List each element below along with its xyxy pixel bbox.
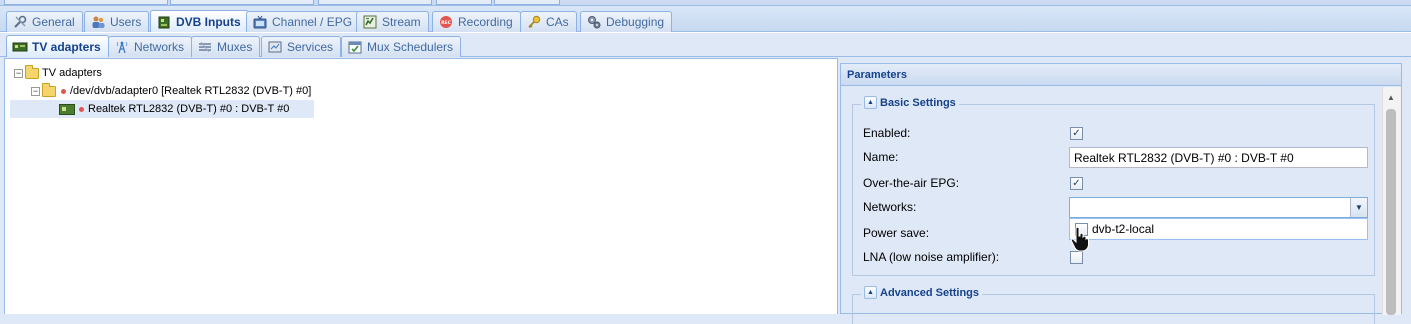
users-icon — [90, 14, 106, 30]
vertical-scrollbar[interactable]: ▲ — [1382, 87, 1401, 315]
basic-settings-title: Basic Settings — [880, 96, 956, 109]
muxes-icon — [197, 39, 213, 55]
basic-settings-legend[interactable]: ▲ Basic Settings — [861, 96, 959, 109]
tab-label: Users — [110, 15, 142, 29]
tree-root[interactable]: − TV adapters — [14, 64, 102, 82]
tab-label: General — [32, 15, 75, 29]
epg-checkbox[interactable]: ✓ — [1070, 177, 1083, 190]
partial-tab — [318, 0, 432, 5]
networks-dropdown: dvb-t2-local — [1069, 218, 1368, 240]
tab-label: Mux Schedulers — [367, 40, 454, 54]
services-icon — [267, 39, 283, 55]
basic-settings-fieldset: ▲ Basic Settings Enabled: ✓ Name: Realte… — [852, 96, 1375, 276]
tab-muxes[interactable]: Muxes — [191, 36, 261, 57]
status-dot-icon — [79, 106, 84, 112]
status-dot-icon — [61, 88, 66, 94]
tab-users[interactable]: Users — [84, 11, 150, 32]
lna-checkbox[interactable] — [1070, 251, 1083, 264]
sub-tab-bar: TV adapters Networks Muxes Services Mux … — [0, 32, 1411, 57]
tv-icon — [252, 14, 268, 30]
tab-cas[interactable]: CAs — [520, 11, 577, 32]
name-label: Name: — [863, 150, 899, 164]
tv-card-icon — [12, 39, 28, 55]
svg-text:REC: REC — [441, 20, 452, 26]
tab-label: Channel / EPG — [272, 15, 353, 29]
lna-label: LNA (low noise amplifier): — [863, 250, 1000, 264]
tab-recording[interactable]: REC Recording — [432, 11, 521, 32]
epg-label: Over-the-air EPG: — [863, 176, 960, 190]
advanced-settings-fieldset: ▲ Advanced Settings — [852, 286, 1375, 324]
partial-tab — [170, 0, 314, 5]
key-icon — [526, 14, 542, 30]
tab-label: Debugging — [606, 15, 665, 29]
tab-services[interactable]: Services — [261, 36, 342, 57]
tree-frontend[interactable]: Realtek RTL2832 (DVB-T) #0 : DVB-T #0 — [10, 100, 314, 118]
partial-tab — [436, 0, 492, 5]
scroll-thumb[interactable] — [1386, 109, 1396, 315]
collapse-up-icon[interactable]: ▲ — [864, 96, 877, 109]
partial-tab — [494, 0, 560, 5]
parameters-title: Parameters — [847, 68, 907, 81]
tab-stream[interactable]: Stream — [356, 11, 429, 32]
folder-icon — [42, 82, 56, 97]
collapse-toggle[interactable]: − — [14, 68, 23, 78]
scroll-up-icon[interactable]: ▲ — [1387, 93, 1395, 102]
networks-label: Networks: — [863, 200, 917, 214]
tree-root-label: TV adapters — [42, 67, 102, 79]
tab-label: CAs — [546, 15, 569, 29]
parameters-panel: Parameters ▲ Basic Settings Enabled: ✓ N… — [840, 63, 1402, 324]
tab-label: Networks — [134, 40, 185, 54]
networks-combo[interactable]: ▼ — [1069, 197, 1368, 218]
tv-card-icon — [59, 103, 75, 115]
tab-label: Services — [287, 40, 334, 54]
tree-adapter-label: /dev/dvb/adapter0 [Realtek RTL2832 (DVB-… — [70, 85, 312, 97]
gears-icon — [586, 14, 602, 30]
wrench-icon — [12, 14, 28, 30]
tab-label: Stream — [382, 15, 421, 29]
tree-frontend-label: Realtek RTL2832 (DVB-T) #0 : DVB-T #0 — [88, 103, 290, 115]
tab-tv-adapters[interactable]: TV adapters — [6, 35, 109, 57]
collapse-toggle[interactable]: − — [31, 86, 40, 96]
tree-adapter[interactable]: − /dev/dvb/adapter0 [Realtek RTL2832 (DV… — [31, 82, 311, 100]
tab-label: Muxes — [217, 40, 253, 54]
enabled-checkbox[interactable]: ✓ — [1070, 127, 1083, 140]
stream-icon — [362, 14, 378, 30]
name-field[interactable]: Realtek RTL2832 (DVB-T) #0 : DVB-T #0 — [1069, 147, 1368, 168]
antenna-icon — [114, 39, 130, 55]
tab-mux-schedulers[interactable]: Mux Schedulers — [341, 36, 462, 57]
main-tab-bar: General Users DVB Inputs Channel / EPG S… — [0, 6, 1411, 32]
collapse-up-icon[interactable]: ▲ — [864, 286, 877, 299]
tab-label: TV adapters — [32, 39, 101, 54]
tab-label: Recording — [458, 15, 513, 29]
advanced-settings-title: Advanced Settings — [880, 286, 980, 299]
tab-channel-epg[interactable]: Channel / EPG — [246, 11, 361, 32]
tv-card-icon — [156, 14, 172, 30]
rec-icon: REC — [438, 14, 454, 30]
tab-networks[interactable]: Networks — [108, 36, 193, 57]
tab-debugging[interactable]: Debugging — [580, 11, 673, 32]
adapter-tree: − TV adapters − /dev/dvb/adapter0 [Realt… — [4, 58, 838, 314]
calendar-icon — [347, 39, 363, 55]
chevron-down-icon[interactable]: ▼ — [1350, 198, 1367, 217]
tab-label: DVB Inputs — [176, 14, 241, 29]
parameters-header: Parameters — [841, 64, 1401, 86]
tab-general[interactable]: General — [6, 11, 83, 32]
power-save-label: Power save: — [863, 226, 930, 240]
enabled-label: Enabled: — [863, 126, 911, 140]
partial-tab — [4, 0, 168, 5]
advanced-settings-legend[interactable]: ▲ Advanced Settings — [861, 286, 983, 299]
folder-icon — [25, 64, 39, 79]
dvb-t2-local-option[interactable]: dvb-t2-local — [1092, 222, 1154, 236]
hand-cursor-icon — [1070, 226, 1089, 252]
tab-dvb-inputs[interactable]: DVB Inputs — [150, 10, 249, 32]
